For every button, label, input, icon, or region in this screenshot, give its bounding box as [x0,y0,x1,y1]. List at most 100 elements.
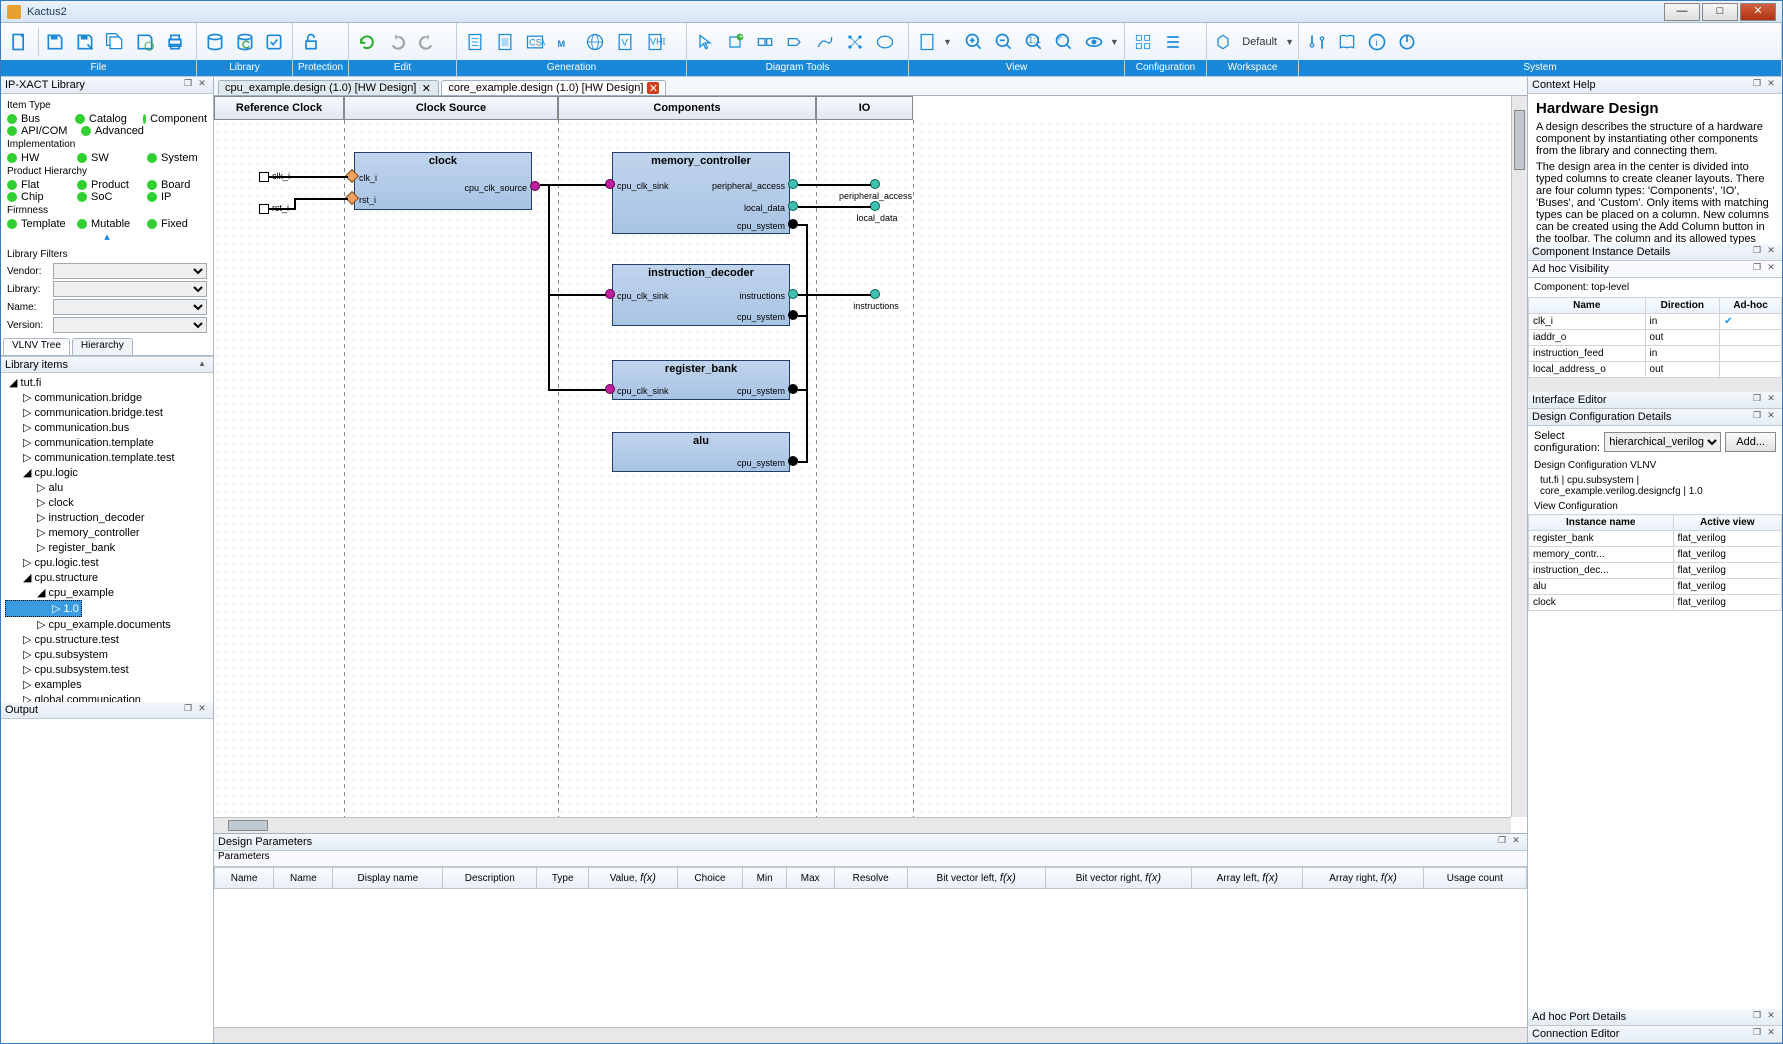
params-col[interactable]: Resolve [834,868,907,889]
name-select[interactable] [53,299,207,315]
tree-item[interactable]: ◢ cpu_example [5,585,209,600]
col-instance[interactable]: Instance name [1529,515,1674,531]
params-col[interactable]: Description [443,868,537,889]
component-memory-controller[interactable]: memory_controller cpu_clk_sink periphera… [612,152,790,234]
undock-iface-button[interactable]: ❐ [1750,393,1764,407]
params-col[interactable]: Bit vector right, f(x) [1045,868,1192,889]
undock-help-button[interactable]: ❐ [1750,78,1764,92]
params-h-scrollbar[interactable] [214,1027,1527,1043]
library-select[interactable] [53,281,207,297]
table-row[interactable]: instruction_dec...flat_verilog [1529,563,1782,579]
config-list-button[interactable] [1159,28,1187,56]
tree-item[interactable]: ◢ cpu.structure [5,570,209,585]
print-button[interactable] [161,28,189,56]
params-col[interactable]: Choice [677,868,743,889]
table-row[interactable]: aluflat_verilog [1529,579,1782,595]
minimize-button[interactable]: — [1664,3,1700,21]
col-reference-clock[interactable]: Reference Clock [214,96,344,120]
vendor-select[interactable] [53,263,207,279]
tab-vlnv-tree[interactable]: VLNV Tree [3,338,70,355]
col-io[interactable]: IO [816,96,913,120]
tree-item[interactable]: ▷ communication.bus [5,420,209,435]
table-row[interactable]: clockflat_verilog [1529,595,1782,611]
config-select[interactable]: hierarchical_verilog [1604,432,1721,452]
table-row[interactable]: register_bankflat_verilog [1529,531,1782,547]
params-col[interactable]: Max [786,868,834,889]
tree-item[interactable]: ▷ cpu.logic.test [5,555,209,570]
undock-button[interactable]: ❐ [181,78,195,92]
col-name[interactable]: Name [1529,298,1646,314]
unlock-button[interactable] [297,28,325,56]
port-bus-icon[interactable] [788,456,798,466]
chevron-down-icon[interactable]: ▼ [1285,37,1294,47]
add-component-tool[interactable]: + [721,28,749,56]
save-button[interactable] [41,28,69,56]
new-button[interactable] [5,28,33,56]
params-table[interactable]: NameNameDisplay nameDescriptionTypeValue… [214,867,1527,1027]
table-row[interactable]: local_address_oout [1529,362,1782,378]
close-cfg-button[interactable]: ✕ [1764,410,1778,424]
view-doc-button[interactable] [913,28,941,56]
tree-item[interactable]: ▷ cpu.subsystem [5,647,209,662]
tree-item[interactable]: ▷ memory_controller [5,525,209,540]
col-clock-source[interactable]: Clock Source [344,96,558,120]
tree-item[interactable]: ▷ communication.bridge [5,390,209,405]
filter-ip[interactable]: IP [147,191,207,203]
component-instruction-decoder[interactable]: instruction_decoder cpu_clk_sink instruc… [612,264,790,326]
undock-cfg-button[interactable]: ❐ [1750,410,1764,424]
refresh-button[interactable] [353,28,381,56]
tree-item[interactable]: ◢ tut.fi [5,375,209,390]
library-tree[interactable]: ◢ tut.fi▷ communication.bridge ▷ communic… [1,373,213,702]
close-output-button[interactable]: ✕ [195,703,209,717]
zoom-100-button[interactable]: 1:1 [1020,28,1048,56]
undock-comp-button[interactable]: ❐ [1750,245,1764,259]
gen-verilog-button[interactable]: V [611,28,639,56]
filter-template[interactable]: Template [7,218,67,230]
undock-params-button[interactable]: ❐ [1495,835,1509,849]
tab-hierarchy[interactable]: Hierarchy [72,338,133,355]
tree-item[interactable]: ▷ cpu_example.documents [5,617,209,632]
col-direction[interactable]: Direction [1645,298,1720,314]
tag-tool[interactable] [781,28,809,56]
tree-item[interactable]: ▷ cpu.subsystem.test [5,662,209,677]
port-bus-icon[interactable] [788,179,798,189]
col-active-view[interactable]: Active view [1673,515,1781,531]
tree-item[interactable]: ▷ cpu.structure.test [5,632,209,647]
close-iface-button[interactable]: ✕ [1764,393,1778,407]
tree-item[interactable]: ▷ alu [5,480,209,495]
tree-item[interactable]: ▷ communication.template [5,435,209,450]
port-rst-i[interactable] [259,204,269,214]
filter-advanced[interactable]: Advanced [81,125,145,137]
help-book-button[interactable] [1333,28,1361,56]
port-bus-icon[interactable] [788,201,798,211]
zoom-out-button[interactable] [990,28,1018,56]
zoom-fit-button[interactable] [1050,28,1078,56]
port-clk-i[interactable] [259,172,269,182]
filter-component[interactable]: Component [143,113,207,125]
tree-item[interactable]: ▷ instruction_decoder [5,510,209,525]
power-button[interactable] [1393,28,1421,56]
about-button[interactable]: i [1363,28,1391,56]
table-row[interactable]: clk_iin✔ [1529,314,1782,330]
table-row[interactable]: iaddr_oout [1529,330,1782,346]
view-config-table[interactable]: Instance name Active view register_bankf… [1528,514,1782,611]
filter-flat[interactable]: Flat [7,179,67,191]
canvas-area[interactable]: Reference Clock Clock Source Components … [214,96,1527,833]
params-col[interactable]: Value, f(x) [589,868,677,889]
params-col[interactable]: Usage count [1423,868,1526,889]
doc-tab-1[interactable]: core_example.design (1.0) [HW Design]✕ [441,80,666,95]
port-bus-icon[interactable] [605,384,615,394]
undock-output-button[interactable]: ❐ [181,703,195,717]
library-refresh-button[interactable] [231,28,259,56]
filter-product[interactable]: Product [77,179,137,191]
interface-tool[interactable] [751,28,779,56]
close-comp-button[interactable]: ✕ [1764,245,1778,259]
table-row[interactable]: instruction_feedin [1529,346,1782,362]
tree-item[interactable]: ▷ clock [5,495,209,510]
undock-adhocports-button[interactable]: ❐ [1750,1010,1764,1024]
note-tool[interactable] [871,28,899,56]
tree-item[interactable]: ▷ global.communication [5,692,209,702]
close-adhoc-button[interactable]: ✕ [1764,262,1778,276]
adhoc-table[interactable]: Name Direction Ad-hoc clk_iin✔iaddr_oout… [1528,297,1782,378]
port-bus-icon[interactable] [788,384,798,394]
